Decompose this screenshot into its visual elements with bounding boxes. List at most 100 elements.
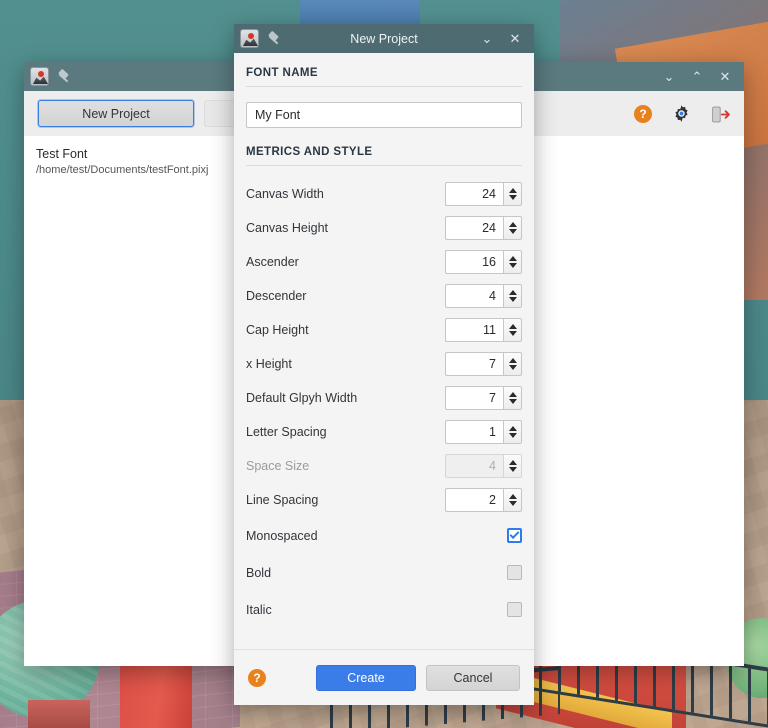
app-icon bbox=[240, 29, 259, 48]
metric-control bbox=[445, 454, 522, 478]
gear-icon[interactable] bbox=[672, 104, 691, 123]
spinner[interactable] bbox=[445, 250, 522, 274]
metric-row: Descender bbox=[246, 279, 522, 313]
metric-row: Cap Height bbox=[246, 313, 522, 347]
spinner-input[interactable] bbox=[445, 420, 503, 444]
chevron-down-icon[interactable] bbox=[508, 263, 517, 268]
metric-control bbox=[445, 352, 522, 376]
spinner-stepper[interactable] bbox=[503, 386, 522, 410]
spinner[interactable] bbox=[445, 488, 522, 512]
spinner-stepper[interactable] bbox=[503, 182, 522, 206]
toolbar-icons: ? bbox=[634, 104, 730, 123]
chevron-down-icon[interactable] bbox=[508, 467, 517, 472]
spinner-stepper[interactable] bbox=[503, 318, 522, 342]
spinner-input[interactable] bbox=[445, 182, 503, 206]
spinner[interactable] bbox=[445, 454, 522, 478]
wallpaper-planter bbox=[28, 700, 90, 728]
chevron-down-icon[interactable] bbox=[508, 433, 517, 438]
metrics-fields: Canvas Width Canvas Height Ascender Descend… bbox=[246, 177, 522, 517]
font-name-input[interactable] bbox=[246, 102, 522, 128]
metric-row: Space Size bbox=[246, 449, 522, 483]
chevron-up-icon[interactable] bbox=[508, 494, 517, 499]
new-project-button[interactable]: New Project bbox=[37, 99, 195, 128]
metric-row: Canvas Width bbox=[246, 177, 522, 211]
check-icon bbox=[509, 529, 520, 540]
spinner-stepper[interactable] bbox=[503, 420, 522, 444]
maximize-icon[interactable]: ⌃ bbox=[688, 68, 706, 86]
minimize-icon[interactable]: ⌄ bbox=[478, 30, 496, 48]
style-row: Bold bbox=[246, 554, 522, 591]
chevron-down-icon[interactable] bbox=[508, 195, 517, 200]
pin-icon[interactable] bbox=[267, 32, 281, 46]
chevron-down-icon[interactable] bbox=[508, 297, 517, 302]
chevron-up-icon[interactable] bbox=[508, 324, 517, 329]
chevron-down-icon[interactable] bbox=[508, 331, 517, 336]
pin-icon[interactable] bbox=[57, 70, 71, 84]
chevron-down-icon[interactable] bbox=[508, 501, 517, 506]
metric-label: Ascender bbox=[246, 255, 299, 269]
metric-control bbox=[445, 318, 522, 342]
style-label: Italic bbox=[246, 602, 272, 617]
checkbox[interactable] bbox=[507, 528, 522, 543]
chevron-down-icon[interactable] bbox=[508, 365, 517, 370]
close-icon[interactable]: ✕ bbox=[506, 30, 524, 48]
cancel-button[interactable]: Cancel bbox=[426, 664, 520, 691]
spinner-input[interactable] bbox=[445, 250, 503, 274]
spinner-stepper[interactable] bbox=[503, 454, 522, 478]
metric-control bbox=[445, 250, 522, 274]
close-icon[interactable]: ✕ bbox=[716, 68, 734, 86]
spinner-input[interactable] bbox=[445, 352, 503, 376]
chevron-up-icon[interactable] bbox=[508, 290, 517, 295]
spinner-input[interactable] bbox=[445, 488, 503, 512]
checkbox[interactable] bbox=[507, 602, 522, 617]
spinner-stepper[interactable] bbox=[503, 284, 522, 308]
chevron-up-icon[interactable] bbox=[508, 426, 517, 431]
spinner-input[interactable] bbox=[445, 216, 503, 240]
metric-label: Line Spacing bbox=[246, 493, 319, 507]
spinner-stepper[interactable] bbox=[503, 216, 522, 240]
desktop: ⌄ ⌃ ✕ New Project ? Test Font /home/test… bbox=[0, 0, 768, 728]
spinner[interactable] bbox=[445, 420, 522, 444]
exit-icon[interactable] bbox=[711, 106, 730, 122]
chevron-down-icon[interactable] bbox=[508, 399, 517, 404]
help-icon[interactable]: ? bbox=[634, 104, 652, 123]
chevron-up-icon[interactable] bbox=[508, 460, 517, 465]
metric-label: Letter Spacing bbox=[246, 425, 327, 439]
dialog-footer: ? Create Cancel bbox=[234, 649, 534, 705]
metric-control bbox=[445, 488, 522, 512]
chevron-up-icon[interactable] bbox=[508, 392, 517, 397]
spinner-stepper[interactable] bbox=[503, 250, 522, 274]
font-name-divider bbox=[246, 86, 522, 87]
spinner-stepper[interactable] bbox=[503, 488, 522, 512]
checkbox[interactable] bbox=[507, 565, 522, 580]
dialog-titlebar[interactable]: New Project ⌄ ✕ bbox=[234, 24, 534, 53]
spinner[interactable] bbox=[445, 318, 522, 342]
spinner[interactable] bbox=[445, 386, 522, 410]
spinner-input[interactable] bbox=[445, 318, 503, 342]
spinner-input[interactable] bbox=[445, 386, 503, 410]
metric-row: Letter Spacing bbox=[246, 415, 522, 449]
metric-row: Canvas Height bbox=[246, 211, 522, 245]
chevron-up-icon[interactable] bbox=[508, 222, 517, 227]
chevron-up-icon[interactable] bbox=[508, 358, 517, 363]
metric-row: Ascender bbox=[246, 245, 522, 279]
chevron-down-icon[interactable] bbox=[508, 229, 517, 234]
metric-control bbox=[445, 216, 522, 240]
spinner[interactable] bbox=[445, 284, 522, 308]
style-control bbox=[507, 528, 522, 543]
chevron-up-icon[interactable] bbox=[508, 256, 517, 261]
spinner[interactable] bbox=[445, 216, 522, 240]
spinner[interactable] bbox=[445, 182, 522, 206]
spinner-input[interactable] bbox=[445, 284, 503, 308]
help-icon[interactable]: ? bbox=[248, 668, 266, 687]
metric-control bbox=[445, 182, 522, 206]
metric-row: x Height bbox=[246, 347, 522, 381]
spinner-input[interactable] bbox=[445, 454, 503, 478]
create-button[interactable]: Create bbox=[316, 664, 416, 691]
metrics-heading: METRICS AND STYLE bbox=[246, 146, 373, 158]
minimize-icon[interactable]: ⌄ bbox=[660, 68, 678, 86]
spinner[interactable] bbox=[445, 352, 522, 376]
spinner-stepper[interactable] bbox=[503, 352, 522, 376]
chevron-up-icon[interactable] bbox=[508, 188, 517, 193]
metric-control bbox=[445, 386, 522, 410]
